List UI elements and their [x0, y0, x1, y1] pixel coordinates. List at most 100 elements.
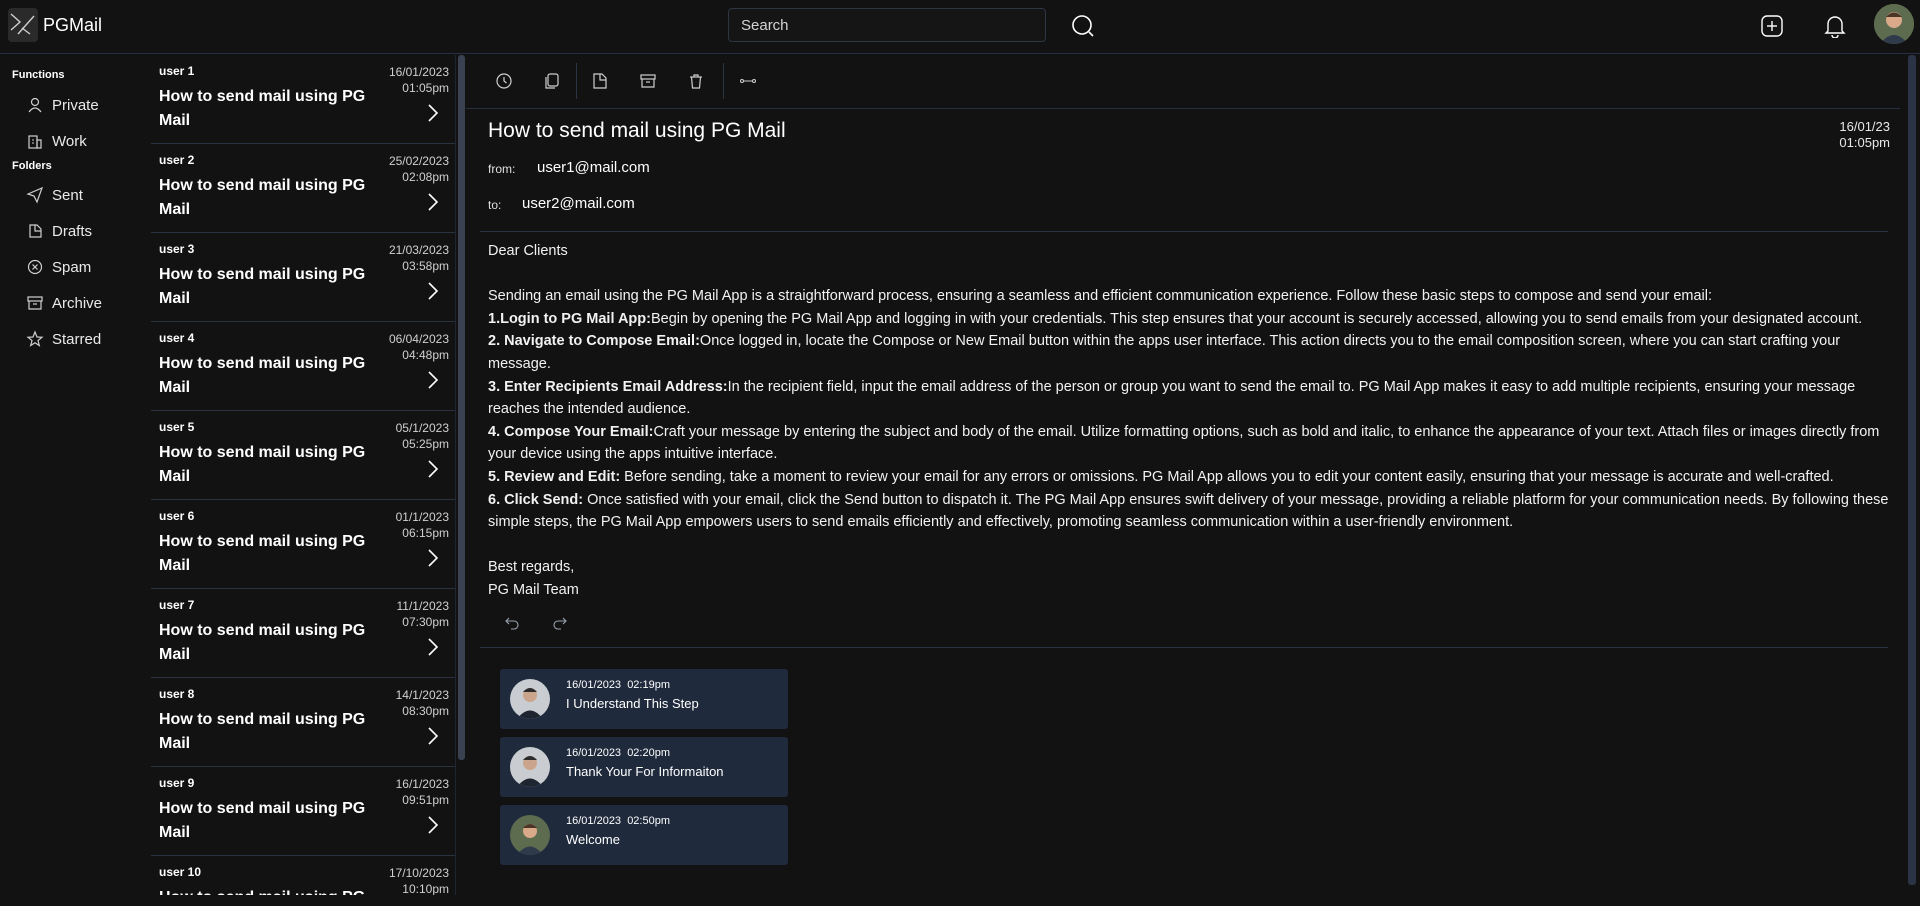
mail-toolbar: [466, 55, 1900, 109]
drafts-icon: [29, 224, 42, 238]
sidebar-item-sent[interactable]: Sent: [26, 183, 83, 207]
sidebar-item-drafts[interactable]: Drafts: [26, 219, 92, 243]
chevron-right-icon[interactable]: [427, 281, 439, 301]
sidebar-item-archive[interactable]: Archive: [26, 291, 102, 315]
reply-timestamp: 16/01/2023 02:50pm: [566, 815, 670, 827]
toolbar-separator: [576, 63, 577, 99]
list-item[interactable]: user 8 14/1/2023 08:30pm How to send mail…: [151, 678, 455, 767]
list-item[interactable]: user 5 05/1/2023 05:25pm How to send mail…: [151, 411, 455, 500]
list-item-subject: How to send mail using PG Mail: [159, 355, 366, 396]
mail-subject: How to send mail using PG Mail: [488, 119, 786, 142]
list-item-subject: How to send mail using PG Mail: [159, 886, 379, 895]
toolbar-separator: [723, 63, 724, 99]
mail-signature: PG Mail Team: [488, 581, 579, 598]
list-item-sender: user 7: [159, 598, 195, 612]
reading-pane: How to send mail using PG Mail 16/01/23 0…: [466, 55, 1900, 906]
list-item[interactable]: user 7 11/1/2023 07:30pm How to send mail…: [151, 589, 455, 678]
reply-card[interactable]: 16/01/2023 02:19pm I Understand This Ste…: [500, 669, 788, 729]
mail-step: 4. Compose Your Email:Craft your message…: [488, 423, 1880, 463]
chevron-right-icon[interactable]: [427, 103, 439, 123]
list-item-date: 25/02/2023 02:08pm: [388, 154, 449, 184]
list-item-sender: user 1: [159, 64, 195, 78]
list-item[interactable]: user 4 06/04/2023 04:48pm How to send mai…: [151, 322, 455, 411]
reply-timestamp: 16/01/2023 02:20pm: [566, 747, 670, 759]
sidebar-item-label: Drafts: [52, 222, 93, 240]
chevron-right-icon[interactable]: [427, 459, 439, 479]
reply-text: Thank Your For Informaiton: [566, 764, 724, 779]
logo-icon[interactable]: [8, 8, 38, 42]
list-item-subject: How to send mail using PG Mail: [159, 533, 366, 574]
list-item-date: 05/1/2023 05:25pm: [395, 421, 449, 451]
list-item-sender: user 9: [159, 776, 195, 790]
reply-timestamp: 16/01/2023 02:19pm: [566, 679, 670, 691]
sidebar-item-label: Starred: [52, 330, 102, 348]
list-item-subject: How to send mail using PG Mail: [159, 444, 366, 485]
redo-icon[interactable]: [552, 614, 568, 630]
spam-icon: [27, 259, 43, 275]
list-item-sender: user 3: [159, 242, 195, 256]
mail-step: 5. Review and Edit: Before sending, take…: [488, 468, 1834, 485]
more-options-icon[interactable]: [738, 71, 758, 91]
from-label: from:: [488, 162, 516, 176]
to-address[interactable]: user2@mail.com: [522, 195, 635, 212]
archive-icon[interactable]: [638, 71, 658, 91]
mail-list-scrollbar[interactable]: [458, 55, 465, 760]
from-address[interactable]: user1@mail.com: [537, 159, 650, 176]
list-item-date: 16/1/2023 09:51pm: [395, 777, 449, 807]
reading-pane-scrollbar[interactable]: [1908, 55, 1916, 885]
chevron-right-icon[interactable]: [427, 637, 439, 657]
chevron-right-icon[interactable]: [427, 726, 439, 746]
mail-greeting: Dear Clients: [488, 243, 568, 259]
mail-step: 3. Enter Recipients Email Address:In the…: [488, 378, 1856, 418]
note-icon[interactable]: [590, 71, 610, 91]
replies-divider: [480, 647, 1888, 648]
list-item[interactable]: user 3 21/03/2023 03:58pm How to send mai…: [151, 233, 455, 322]
chevron-right-icon[interactable]: [427, 370, 439, 390]
search-icon[interactable]: [1070, 13, 1096, 39]
compose-add-icon[interactable]: [1760, 14, 1784, 38]
chevron-right-icon[interactable]: [427, 815, 439, 835]
reply-card[interactable]: 16/01/2023 02:50pm Welcome: [500, 805, 788, 865]
mail-list: user 1 16/01/2023 01:05pm How to send mai…: [151, 55, 456, 895]
mail-signoff: Best regards,: [488, 559, 575, 576]
list-item-subject: How to send mail using PG Mail: [159, 711, 366, 752]
mail-intro: Sending an email using the PG Mail App i…: [488, 288, 1713, 305]
list-item-sender: user 2: [159, 153, 195, 167]
header-divider: [480, 231, 1888, 232]
list-item[interactable]: user 1 16/01/2023 01:05pm How to send mai…: [151, 55, 455, 144]
bell-icon[interactable]: [1824, 14, 1846, 38]
folders-heading: Folders: [12, 160, 52, 172]
list-item-sender: user 8: [159, 687, 195, 701]
list-item[interactable]: user 9 16/1/2023 09:51pm How to send mail…: [151, 767, 455, 856]
copy-icon[interactable]: [542, 71, 562, 91]
trash-icon[interactable]: [686, 71, 706, 91]
list-item[interactable]: user 6 01/1/2023 06:15pm How to send mail…: [151, 500, 455, 589]
search-input[interactable]: [728, 8, 1046, 42]
list-item-date: 16/01/2023 01:05pm: [388, 65, 449, 95]
chevron-right-icon[interactable]: [427, 192, 439, 212]
reply-text: I Understand This Step: [566, 696, 699, 711]
star-icon: [26, 330, 44, 347]
sidebar-item-work[interactable]: Work: [26, 129, 87, 153]
sidebar-item-label: Private: [52, 96, 99, 114]
list-item-date: 01/1/2023 06:15pm: [395, 510, 449, 540]
chevron-right-icon[interactable]: [427, 548, 439, 568]
reply-text: Welcome: [566, 832, 620, 847]
sidebar-item-label: Spam: [52, 258, 92, 276]
sidebar-item-private[interactable]: Private: [26, 93, 99, 117]
list-item-subject: How to send mail using PG Mail: [159, 177, 366, 218]
undo-icon[interactable]: [504, 614, 520, 630]
list-item[interactable]: user 2 25/02/2023 02:08pm How to send mai…: [151, 144, 455, 233]
sidebar-item-label: Sent: [52, 186, 83, 204]
list-item-date: 14/1/2023 08:30pm: [395, 688, 449, 718]
mail-step: 1.Login to PG Mail App:Begin by opening …: [488, 310, 1863, 327]
user-avatar[interactable]: [1874, 4, 1914, 44]
sidebar: Functions Private Work Folders Sent Draf…: [0, 55, 150, 906]
reply-card[interactable]: 16/01/2023 02:20pm Thank Your For Inform…: [500, 737, 788, 797]
list-item[interactable]: user 10 17/10/202310:10pm How to send ma…: [151, 856, 455, 895]
sidebar-item-label: Archive: [52, 294, 103, 312]
sidebar-item-starred[interactable]: Starred: [26, 327, 101, 351]
sidebar-item-spam[interactable]: Spam: [26, 255, 91, 279]
mail-step: 6. Click Send: Once satisfied with your …: [488, 491, 1889, 531]
clock-icon[interactable]: [494, 71, 514, 91]
